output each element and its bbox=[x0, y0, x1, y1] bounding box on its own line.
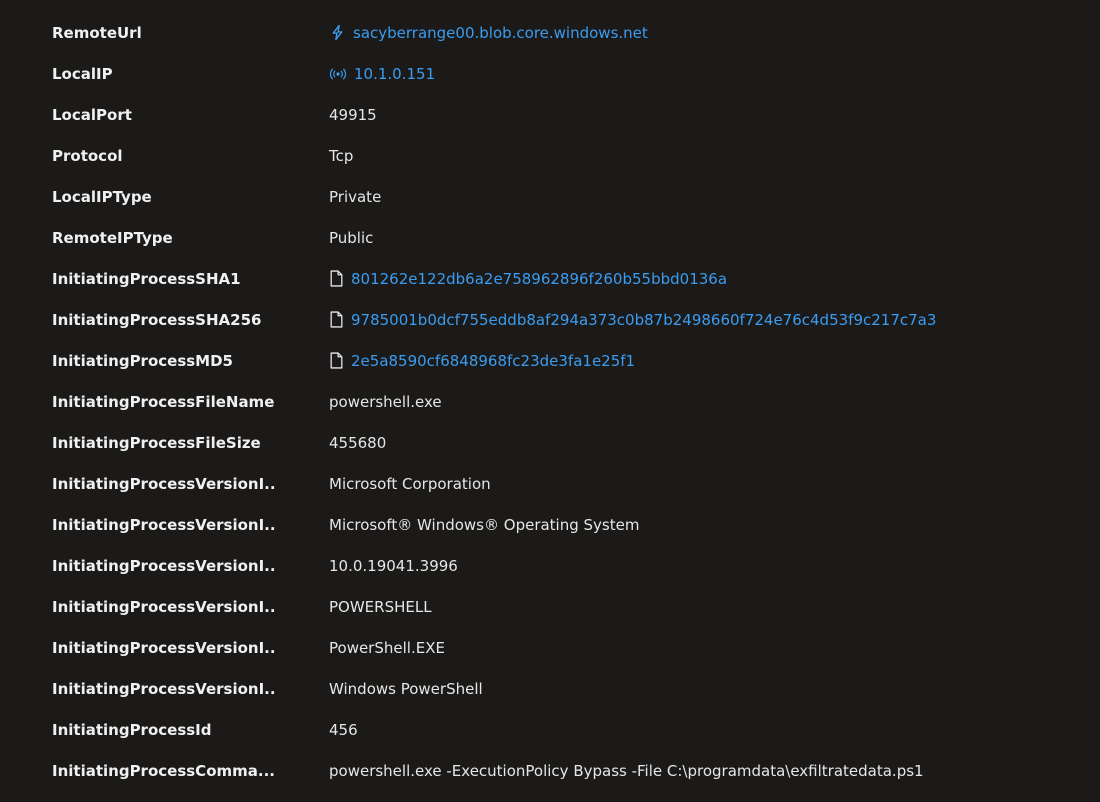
property-value-cell: 456 bbox=[275, 721, 1100, 739]
property-value: 9785001b0dcf755eddb8af294a373c0b87b24986… bbox=[351, 310, 937, 329]
property-key: InitiatingProcessVersionI... bbox=[52, 556, 275, 575]
property-key: Protocol bbox=[52, 146, 123, 165]
property-key: InitiatingProcessComma... bbox=[52, 761, 275, 780]
property-value-cell: powershell.exe -ExecutionPolicy Bypass -… bbox=[275, 762, 1100, 780]
property-value-link[interactable]: 10.1.0.151 bbox=[275, 65, 1100, 83]
property-row-remote-ip-type: RemoteIPType Public bbox=[0, 217, 1100, 258]
property-value-link[interactable]: 2e5a8590cf6848968fc23de3fa1e25f1 bbox=[275, 352, 1100, 370]
property-key: InitiatingProcessVersionI... bbox=[52, 597, 275, 616]
properties-list: RemoteUrl sacyberrange00.blob.core.windo… bbox=[0, 12, 1100, 791]
property-value: Windows PowerShell bbox=[329, 679, 483, 698]
file-icon bbox=[329, 311, 344, 328]
ip-address-icon bbox=[329, 68, 347, 80]
property-value: POWERSHELL bbox=[329, 597, 432, 616]
property-key: LocalPort bbox=[52, 105, 132, 124]
property-value-cell: Microsoft Corporation bbox=[275, 475, 1100, 493]
property-value-cell: POWERSHELL bbox=[275, 598, 1100, 616]
property-key: InitiatingProcessFileSize bbox=[52, 433, 261, 452]
url-icon bbox=[329, 24, 346, 41]
property-row-remote-url: RemoteUrl sacyberrange00.blob.core.windo… bbox=[0, 12, 1100, 53]
property-value-cell: Windows PowerShell bbox=[275, 680, 1100, 698]
property-value-cell: PowerShell.EXE bbox=[275, 639, 1100, 657]
property-key: InitiatingProcessMD5 bbox=[52, 351, 233, 370]
property-value: 455680 bbox=[329, 433, 387, 452]
property-value-link[interactable]: sacyberrange00.blob.core.windows.net bbox=[275, 24, 1100, 42]
property-key: InitiatingProcessSHA1 bbox=[52, 269, 241, 288]
property-value-cell: 10.0.19041.3996 bbox=[275, 557, 1100, 575]
property-key: InitiatingProcessVersionI... bbox=[52, 679, 275, 698]
property-value: 10.0.19041.3996 bbox=[329, 556, 458, 575]
property-row-sha1: InitiatingProcessSHA1 801262e122db6a2e75… bbox=[0, 258, 1100, 299]
property-value-cell: powershell.exe bbox=[275, 393, 1100, 411]
property-value-link[interactable]: 9785001b0dcf755eddb8af294a373c0b87b24986… bbox=[275, 311, 1100, 329]
property-value: Microsoft Corporation bbox=[329, 474, 491, 493]
property-row-file-size: InitiatingProcessFileSize 455680 bbox=[0, 422, 1100, 463]
file-icon bbox=[329, 270, 344, 287]
properties-panel: RemoteUrl sacyberrange00.blob.core.windo… bbox=[0, 0, 1100, 802]
property-key: RemoteIPType bbox=[52, 228, 173, 247]
property-key: LocalIP bbox=[52, 64, 113, 83]
property-row-version-internal-name: InitiatingProcessVersionI... POWERSHELL bbox=[0, 586, 1100, 627]
property-value: 456 bbox=[329, 720, 358, 739]
property-row-file-name: InitiatingProcessFileName powershell.exe bbox=[0, 381, 1100, 422]
property-row-version-product: InitiatingProcessVersionI... Microsoft® … bbox=[0, 504, 1100, 545]
property-value-cell: 49915 bbox=[275, 106, 1100, 124]
property-value: 49915 bbox=[329, 105, 377, 124]
property-value: 10.1.0.151 bbox=[354, 64, 436, 83]
property-value: 2e5a8590cf6848968fc23de3fa1e25f1 bbox=[351, 351, 636, 370]
property-key: InitiatingProcessVersionI... bbox=[52, 474, 275, 493]
property-row-protocol: Protocol Tcp bbox=[0, 135, 1100, 176]
property-value-cell: 455680 bbox=[275, 434, 1100, 452]
file-icon bbox=[329, 352, 344, 369]
property-value: Microsoft® Windows® Operating System bbox=[329, 515, 640, 534]
property-key: InitiatingProcessId bbox=[52, 720, 212, 739]
property-value: Public bbox=[329, 228, 374, 247]
property-value: sacyberrange00.blob.core.windows.net bbox=[353, 23, 648, 42]
property-row-version-original-name: InitiatingProcessVersionI... PowerShell.… bbox=[0, 627, 1100, 668]
property-row-version-description: InitiatingProcessVersionI... Windows Pow… bbox=[0, 668, 1100, 709]
property-row-sha256: InitiatingProcessSHA256 9785001b0dcf755e… bbox=[0, 299, 1100, 340]
property-value-cell: Private bbox=[275, 188, 1100, 206]
property-value-cell: Public bbox=[275, 229, 1100, 247]
property-value: Private bbox=[329, 187, 382, 206]
property-key: LocalIPType bbox=[52, 187, 152, 206]
property-value: powershell.exe -ExecutionPolicy Bypass -… bbox=[329, 761, 924, 780]
property-row-local-port: LocalPort 49915 bbox=[0, 94, 1100, 135]
property-row-local-ip: LocalIP 10.1.0.151 bbox=[0, 53, 1100, 94]
property-key: InitiatingProcessSHA256 bbox=[52, 310, 262, 329]
property-row-local-ip-type: LocalIPType Private bbox=[0, 176, 1100, 217]
property-row-md5: InitiatingProcessMD5 2e5a8590cf6848968fc… bbox=[0, 340, 1100, 381]
property-key: InitiatingProcessFileName bbox=[52, 392, 275, 411]
property-row-version-number: InitiatingProcessVersionI... 10.0.19041.… bbox=[0, 545, 1100, 586]
property-value-link[interactable]: 801262e122db6a2e758962896f260b55bbd0136a bbox=[275, 270, 1100, 288]
property-key: RemoteUrl bbox=[52, 23, 142, 42]
property-row-command-line: InitiatingProcessComma... powershell.exe… bbox=[0, 750, 1100, 791]
property-value: PowerShell.EXE bbox=[329, 638, 445, 657]
property-value: powershell.exe bbox=[329, 392, 442, 411]
property-key: InitiatingProcessVersionI... bbox=[52, 515, 275, 534]
property-value: 801262e122db6a2e758962896f260b55bbd0136a bbox=[351, 269, 728, 288]
property-value-cell: Tcp bbox=[275, 147, 1100, 165]
property-key: InitiatingProcessVersionI... bbox=[52, 638, 275, 657]
property-row-process-id: InitiatingProcessId 456 bbox=[0, 709, 1100, 750]
property-value: Tcp bbox=[329, 146, 354, 165]
property-row-version-company: InitiatingProcessVersionI... Microsoft C… bbox=[0, 463, 1100, 504]
property-value-cell: Microsoft® Windows® Operating System bbox=[275, 516, 1100, 534]
